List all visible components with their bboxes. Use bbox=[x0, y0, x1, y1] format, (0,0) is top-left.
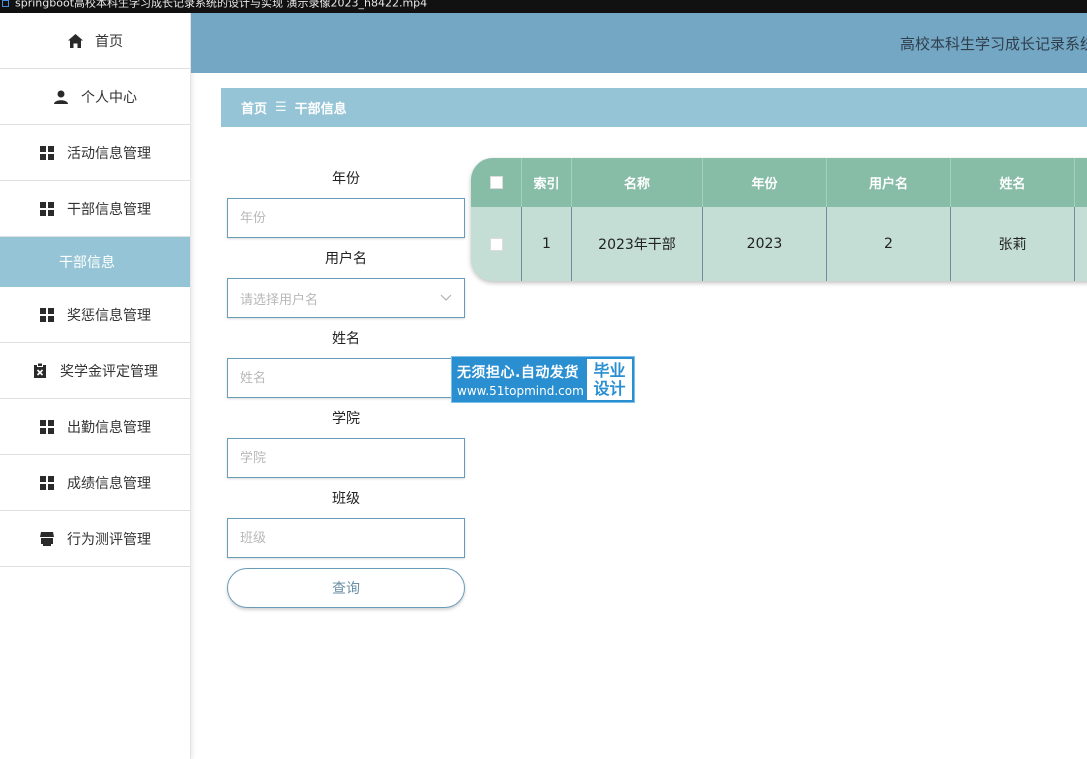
window-title: springboot高校本科生学习成长记录系统的设计与实现 演示录像2023_h… bbox=[15, 0, 428, 10]
sidebar-item-label: 活动信息管理 bbox=[67, 145, 151, 162]
table-row[interactable]: 1 2023年干部 2023 2 张莉 bbox=[471, 207, 1087, 281]
app-icon bbox=[2, 0, 9, 7]
select-all-checkbox-cell bbox=[471, 158, 522, 207]
column-header-more bbox=[1075, 158, 1087, 207]
sidebar: 首页 个人中心 活动信息管理 干部信息管理 干部信息 奖惩信息管理 奖学金评定管… bbox=[0, 13, 191, 759]
grid-icon bbox=[39, 145, 55, 161]
query-button[interactable]: 查询 bbox=[227, 568, 465, 608]
grid-icon bbox=[39, 307, 55, 323]
sidebar-item-label: 首页 bbox=[95, 33, 123, 50]
sidebar-item-profile[interactable]: 个人中心 bbox=[0, 69, 190, 125]
home-icon bbox=[67, 33, 83, 49]
college-input[interactable] bbox=[227, 438, 465, 478]
sidebar-item-cadre-management[interactable]: 干部信息管理 bbox=[0, 181, 190, 237]
sidebar-item-rewards[interactable]: 奖惩信息管理 bbox=[0, 287, 190, 343]
column-header-year: 年份 bbox=[703, 158, 827, 207]
watermark-badge-line1: 毕业 bbox=[593, 360, 626, 380]
sidebar-item-label: 奖惩信息管理 bbox=[67, 307, 151, 324]
row-checkbox-cell bbox=[471, 207, 522, 281]
sidebar-item-activity[interactable]: 活动信息管理 bbox=[0, 125, 190, 181]
sidebar-item-scholarship[interactable]: 奖学金评定管理 bbox=[0, 343, 190, 399]
username-select[interactable]: 请选择用户名 bbox=[227, 278, 465, 318]
name-input[interactable] bbox=[227, 358, 465, 398]
watermark-url: www.51topmind.com bbox=[457, 383, 584, 398]
watermark-badge: 毕业 设计 bbox=[587, 359, 632, 400]
clipboard-x-icon bbox=[32, 363, 48, 379]
grid-icon bbox=[39, 419, 55, 435]
cell-more bbox=[1075, 207, 1087, 281]
breadcrumb: 首页 ☰ 干部信息 bbox=[221, 88, 1087, 127]
sidebar-item-label: 奖学金评定管理 bbox=[60, 363, 158, 380]
window-titlebar: springboot高校本科生学习成长记录系统的设计与实现 演示录像2023_h… bbox=[0, 0, 1087, 13]
sidebar-item-label: 干部信息管理 bbox=[67, 201, 151, 218]
watermark-line1: 无须担心.自动发货 bbox=[457, 364, 579, 381]
sidebar-item-home[interactable]: 首页 bbox=[0, 13, 190, 69]
system-title: 高校本科生学习成长记录系统 bbox=[900, 35, 1087, 53]
sidebar-item-behavior[interactable]: 行为测评管理 bbox=[0, 511, 190, 567]
sidebar-subitem-cadre-info[interactable]: 干部信息 bbox=[0, 237, 190, 287]
watermark-overlay: 无须担心.自动发货 www.51topmind.com 毕业 设计 bbox=[451, 356, 635, 403]
breadcrumb-current: 干部信息 bbox=[294, 102, 347, 117]
sidebar-item-attendance[interactable]: 出勤信息管理 bbox=[0, 399, 190, 455]
college-label: 学院 bbox=[332, 411, 360, 427]
cell-username: 2 bbox=[827, 207, 951, 281]
sidebar-item-label: 干部信息 bbox=[59, 255, 115, 271]
cell-realname: 张莉 bbox=[951, 207, 1075, 281]
breadcrumb-home[interactable]: 首页 bbox=[241, 98, 267, 117]
column-header-username: 用户名 bbox=[827, 158, 951, 207]
class-label: 班级 bbox=[332, 491, 360, 507]
sidebar-item-label: 出勤信息管理 bbox=[67, 419, 151, 436]
sidebar-item-grades[interactable]: 成绩信息管理 bbox=[0, 455, 190, 511]
shop-icon bbox=[39, 531, 55, 547]
data-table: 索引 名称 年份 用户名 姓名 1 2023年干部 2023 2 张莉 bbox=[471, 158, 1087, 281]
chevron-down-icon bbox=[440, 291, 452, 306]
column-header-name: 名称 bbox=[572, 158, 703, 207]
cell-year: 2023 bbox=[703, 207, 827, 281]
top-header: 高校本科生学习成长记录系统 bbox=[191, 13, 1087, 73]
name-label: 姓名 bbox=[332, 331, 360, 347]
table-header: 索引 名称 年份 用户名 姓名 bbox=[471, 158, 1087, 207]
row-checkbox[interactable] bbox=[489, 237, 503, 251]
user-icon bbox=[53, 89, 69, 105]
year-label: 年份 bbox=[332, 171, 360, 187]
class-input[interactable] bbox=[227, 518, 465, 558]
column-header-realname: 姓名 bbox=[951, 158, 1075, 207]
username-label: 用户名 bbox=[325, 251, 367, 267]
year-input[interactable] bbox=[227, 198, 465, 238]
watermark-text: 无须担心.自动发货 www.51topmind.com bbox=[452, 357, 585, 402]
sidebar-item-label: 成绩信息管理 bbox=[67, 475, 151, 492]
breadcrumb-separator-icon: ☰ bbox=[275, 100, 287, 115]
grid-icon bbox=[39, 475, 55, 491]
search-panel: 年份 用户名 请选择用户名 姓名 学院 班级 查询 bbox=[227, 158, 465, 608]
column-header-index: 索引 bbox=[522, 158, 572, 207]
select-all-checkbox[interactable] bbox=[489, 176, 503, 189]
watermark-badge-line2: 设计 bbox=[593, 378, 626, 398]
sidebar-item-label: 行为测评管理 bbox=[67, 531, 151, 548]
cell-name: 2023年干部 bbox=[572, 207, 703, 281]
sidebar-item-label: 个人中心 bbox=[81, 89, 137, 106]
username-select-placeholder: 请选择用户名 bbox=[240, 292, 319, 308]
grid-icon bbox=[39, 201, 55, 217]
cell-index: 1 bbox=[522, 207, 572, 281]
